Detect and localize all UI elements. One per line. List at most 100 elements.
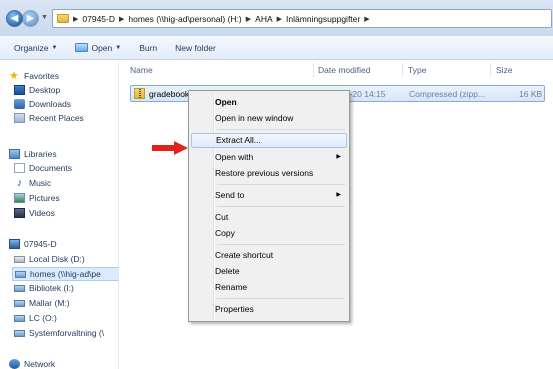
- forward-button[interactable]: ▶: [22, 10, 39, 27]
- nav-music[interactable]: ♪ Music: [14, 178, 52, 189]
- menu-separator: [217, 129, 345, 130]
- nav-label: Desktop: [29, 85, 61, 95]
- nav-label: Bibliotek (I:): [29, 283, 74, 293]
- menu-item-copy[interactable]: Copy: [191, 226, 347, 241]
- address-box[interactable]: ▶ 07945-D ▶ homes (\\hig-ad\personal) (H…: [52, 9, 552, 28]
- burn-button[interactable]: Burn: [139, 43, 157, 53]
- nav-local-disk[interactable]: Local Disk (D:): [14, 254, 85, 264]
- nav-computer[interactable]: 07945-D: [9, 239, 57, 249]
- breadcrumb-aha[interactable]: AHA: [255, 14, 272, 24]
- nav-label: 07945-D: [24, 239, 57, 249]
- chevron-right-icon[interactable]: ▶: [246, 15, 251, 23]
- folder-icon: [57, 14, 69, 23]
- network-drive-icon: [14, 314, 25, 322]
- nav-favorites[interactable]: ★ Favorites: [9, 70, 59, 82]
- column-header-name[interactable]: Name: [130, 65, 153, 75]
- red-arrow-icon: [152, 141, 188, 155]
- menu-item-open-new-window[interactable]: Open in new window: [191, 111, 347, 126]
- nav-label: homes (\\hig-ad\pe: [30, 269, 101, 279]
- nav-recent-places[interactable]: Recent Places: [14, 113, 84, 123]
- new-folder-label: New folder: [175, 42, 216, 53]
- chevron-right-icon[interactable]: ▶: [364, 15, 369, 23]
- documents-icon: [14, 163, 25, 173]
- menu-item-delete[interactable]: Delete: [191, 264, 347, 279]
- new-folder-button[interactable]: New folder: [175, 43, 216, 53]
- chevron-right-icon[interactable]: ▶: [119, 15, 124, 23]
- nav-lc[interactable]: LC (O:): [14, 313, 57, 323]
- chevron-down-icon: ▼: [51, 44, 58, 51]
- libraries-icon: [9, 149, 20, 159]
- column-divider[interactable]: [490, 63, 491, 77]
- breadcrumb-inlamningsuppgifter[interactable]: Inlämningsuppgifter: [286, 14, 360, 24]
- nav-network[interactable]: Network: [9, 359, 55, 369]
- column-header-size[interactable]: Size: [496, 65, 513, 75]
- menu-item-cut[interactable]: Cut: [191, 210, 347, 225]
- nav-label: Music: [29, 178, 52, 188]
- nav-bibliotek[interactable]: Bibliotek (I:): [14, 283, 74, 293]
- open-icon: [75, 43, 89, 52]
- nav-downloads[interactable]: Downloads: [14, 99, 71, 109]
- column-header-type[interactable]: Type: [408, 65, 426, 75]
- chevron-right-icon[interactable]: ▶: [73, 15, 78, 23]
- breadcrumb-homes[interactable]: homes (\\hig-ad\personal) (H:): [128, 14, 241, 24]
- nav-mallar[interactable]: Mallar (M:): [14, 298, 70, 308]
- menu-item-label: Open with: [215, 152, 254, 162]
- column-header-date[interactable]: Date modified: [318, 65, 370, 75]
- address-bar-area: ◀ ▶ ▼ ▶ 07945-D ▶ homes (\\hig-ad\person…: [0, 0, 553, 36]
- back-button[interactable]: ◀: [6, 10, 23, 27]
- recent-places-icon: [14, 113, 25, 123]
- chevron-right-icon: ▶: [336, 154, 341, 160]
- videos-icon: [14, 208, 25, 218]
- nav-documents[interactable]: Documents: [14, 163, 72, 173]
- open-button[interactable]: Open ▼: [75, 43, 121, 53]
- network-drive-icon: [14, 284, 25, 292]
- burn-label: Burn: [139, 42, 158, 53]
- nav-label: Libraries: [24, 149, 57, 159]
- nav-homes[interactable]: homes (\\hig-ad\pe: [12, 267, 118, 281]
- zip-folder-icon: [134, 88, 145, 99]
- menu-item-properties[interactable]: Properties: [191, 302, 347, 317]
- network-drive-icon: [15, 270, 26, 278]
- hard-disk-icon: [14, 255, 25, 263]
- menu-item-open-with[interactable]: Open with ▶: [191, 150, 347, 165]
- menu-item-rename[interactable]: Rename: [191, 280, 347, 295]
- menu-item-send-to[interactable]: Send to ▶: [191, 188, 347, 203]
- computer-icon: [9, 239, 20, 249]
- open-label: Open: [91, 42, 113, 53]
- nav-desktop[interactable]: Desktop: [14, 85, 60, 95]
- menu-item-restore-previous-versions[interactable]: Restore previous versions: [191, 166, 347, 181]
- nav-label: Mallar (M:): [29, 298, 70, 308]
- desktop-icon: [14, 85, 25, 95]
- network-drive-icon: [14, 299, 25, 307]
- menu-item-open[interactable]: Open: [191, 95, 347, 110]
- menu-separator: [217, 244, 345, 245]
- chevron-right-icon[interactable]: ▶: [277, 15, 282, 23]
- nav-label: Network: [24, 359, 56, 369]
- organize-label: Organize: [14, 42, 49, 53]
- organize-button[interactable]: Organize ▼: [14, 43, 57, 53]
- nav-libraries[interactable]: Libraries: [9, 149, 57, 159]
- menu-item-create-shortcut[interactable]: Create shortcut: [191, 248, 347, 263]
- column-divider[interactable]: [313, 63, 314, 77]
- nav-label: Videos: [29, 208, 55, 218]
- menu-item-label: Send to: [215, 190, 245, 200]
- network-icon: [9, 359, 20, 369]
- star-icon: ★: [9, 70, 19, 82]
- menu-item-extract-all[interactable]: Extract All...: [191, 133, 347, 148]
- column-divider[interactable]: [402, 63, 403, 77]
- nav-pictures[interactable]: Pictures: [14, 193, 60, 203]
- nav-label: Recent Places: [29, 113, 84, 123]
- nav-videos[interactable]: Videos: [14, 208, 55, 218]
- menu-separator: [217, 206, 345, 207]
- navigation-pane: ★ Favorites Desktop Downloads Recent Pla…: [0, 61, 119, 369]
- recent-pages-dropdown[interactable]: ▼: [41, 14, 48, 21]
- breadcrumb-computer[interactable]: 07945-D: [82, 14, 115, 24]
- nav-systemforvaltning[interactable]: Systemforvaltning (\: [14, 328, 104, 338]
- nav-label: Local Disk (D:): [29, 254, 85, 264]
- nav-label: Systemforvaltning (\: [29, 328, 105, 338]
- menu-separator: [217, 184, 345, 185]
- chevron-down-icon: ▼: [115, 44, 122, 51]
- file-type: Compressed (zipp...: [409, 89, 486, 99]
- pictures-icon: [14, 193, 25, 203]
- network-drive-icon: [14, 329, 25, 337]
